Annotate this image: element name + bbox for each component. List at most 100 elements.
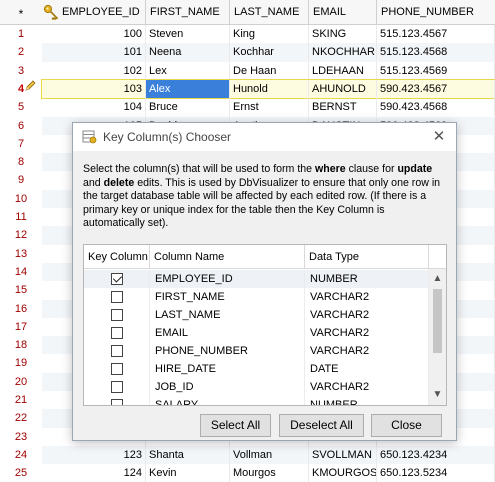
key-checkbox[interactable] [111,291,123,303]
cell-phone-number[interactable]: 515.123.4568 [377,43,495,62]
table-scrollbar[interactable]: ▲ ▼ [429,269,446,405]
key-column-row[interactable]: FIRST_NAME VARCHAR2 [84,288,429,306]
cell-email[interactable]: SKING [309,25,377,43]
row-number[interactable]: 18 [0,336,42,354]
cell-employee-id[interactable]: 100 [58,25,146,43]
cell-email[interactable]: BERNST [309,98,377,117]
grid-corner[interactable]: * [0,0,42,25]
row-number[interactable]: 3 [0,62,42,80]
row-number[interactable]: 19 [0,354,42,372]
close-button[interactable]: Close [371,414,442,437]
key-column-row[interactable]: EMAIL VARCHAR2 [84,324,429,342]
row-number[interactable]: 22 [0,409,42,427]
cell-email[interactable]: NKOCHHAR [309,43,377,62]
row-number[interactable]: 17 [0,318,42,336]
cell-last-name[interactable]: Ernst [230,98,309,117]
cell-phone-number[interactable]: 515.123.4569 [377,61,495,80]
cell-email[interactable]: AHUNOLD [309,79,377,98]
key-column-row[interactable]: PHONE_NUMBER VARCHAR2 [84,342,429,360]
scroll-down-icon[interactable]: ▼ [429,387,446,403]
deselect-all-button[interactable]: Deselect All [279,414,364,437]
table-row[interactable]: 104 Bruce Ernst BERNST 590.423.4568 [42,98,495,117]
key-column-row[interactable]: LAST_NAME VARCHAR2 [84,306,429,324]
key-checkbox[interactable] [111,381,123,393]
header-data-type[interactable]: Data Type [305,245,429,269]
cell-email[interactable]: SVOLLMAN [309,445,377,464]
cell-employee-id[interactable]: 104 [58,98,146,117]
table-row[interactable]: 101 Neena Kochhar NKOCHHAR 515.123.4568 [42,43,495,62]
header-column-name[interactable]: Column Name [150,245,305,269]
key-column-row[interactable]: SALARY NUMBER [84,396,429,405]
row-number[interactable]: 7 [0,135,42,153]
cell-last-name[interactable]: Vollman [230,445,309,464]
header-key-column[interactable]: Key Column [84,245,150,269]
column-header-last-name[interactable]: LAST_NAME [230,0,309,25]
cell-employee-id[interactable]: 124 [58,464,146,482]
row-number[interactable]: 24 [0,446,42,464]
row-number[interactable]: 9 [0,171,42,189]
close-icon[interactable]: ✕ [430,128,448,146]
key-checkbox[interactable] [111,273,123,285]
select-all-button[interactable]: Select All [200,414,271,437]
cell-phone-number[interactable]: 650.123.5234 [377,464,495,482]
cell-phone-number[interactable]: 650.123.4234 [377,445,495,464]
key-checkbox[interactable] [111,363,123,375]
column-header-phone-number[interactable]: PHONE_NUMBER [377,0,495,25]
scroll-thumb[interactable] [433,289,442,353]
table-row[interactable]: 100 Steven King SKING 515.123.4567 [42,25,495,43]
key-checkbox[interactable] [111,309,123,321]
row-number[interactable]: 11 [0,208,42,226]
key-checkbox[interactable] [111,399,123,405]
cell-last-name[interactable]: De Haan [230,61,309,80]
table-row[interactable]: 124 Kevin Mourgos KMOURGOS 650.123.5234 [42,464,495,482]
row-number[interactable]: 8 [0,153,42,171]
row-number[interactable]: 13 [0,245,42,263]
column-header-first-name[interactable]: FIRST_NAME [146,0,230,25]
table-row[interactable]: 123 Shanta Vollman SVOLLMAN 650.123.4234 [42,445,495,465]
scroll-up-icon[interactable]: ▲ [429,271,446,287]
row-number[interactable]: 10 [0,190,42,208]
cell-first-name[interactable]: Bruce [146,98,230,117]
cell-last-name[interactable]: Kochhar [230,43,309,62]
row-number[interactable]: 20 [0,373,42,391]
table-row[interactable]: 103 Alex Hunold AHUNOLD 590.423.4567 [41,78,495,100]
cell-last-name[interactable]: King [230,25,309,43]
row-number[interactable]: 12 [0,226,42,244]
cell-first-name[interactable]: Lex [146,61,230,80]
cell-first-name[interactable]: Neena [146,43,230,62]
cell-first-name[interactable]: Kevin [146,464,230,482]
cell-last-name[interactable]: Hunold [230,79,309,98]
cell-employee-id[interactable]: 123 [58,445,146,464]
row-number[interactable]: 23 [0,428,42,446]
cell-email[interactable]: LDEHAAN [309,61,377,80]
row-number[interactable]: 1 [0,25,42,43]
row-number[interactable]: 21 [0,391,42,409]
row-number[interactable]: 15 [0,281,42,299]
cell-last-name[interactable]: Mourgos [230,464,309,482]
cell-first-name[interactable]: Alex [146,79,230,98]
row-number[interactable]: 5 [0,98,42,116]
column-header-email[interactable]: EMAIL [309,0,377,25]
cell-employee-id[interactable]: 103 [58,79,146,98]
cell-first-name[interactable]: Shanta [146,445,230,464]
table-row[interactable]: 102 Lex De Haan LDEHAAN 515.123.4569 [42,61,495,80]
row-number[interactable]: 14 [0,263,42,281]
row-number[interactable]: 6 [0,117,42,135]
cell-phone-number[interactable]: 590.423.4567 [377,79,495,98]
key-column-row[interactable]: JOB_ID VARCHAR2 [84,378,429,396]
cell-first-name[interactable]: Steven [146,25,230,43]
row-number[interactable]: 2 [0,43,42,61]
cell-email[interactable]: KMOURGOS [309,464,377,482]
row-number[interactable]: 16 [0,300,42,318]
cell-employee-id[interactable]: 102 [58,61,146,80]
cell-employee-id[interactable]: 101 [58,43,146,62]
cell-phone-number[interactable]: 590.423.4568 [377,98,495,117]
key-column-row[interactable]: EMPLOYEE_ID NUMBER [84,270,429,288]
key-checkbox[interactable] [111,345,123,357]
cell-phone-number[interactable]: 515.123.4567 [377,25,495,43]
key-column-row[interactable]: HIRE_DATE DATE [84,360,429,378]
dialog-title-bar[interactable]: Key Column(s) Chooser ✕ [73,123,456,151]
key-checkbox[interactable] [111,327,123,339]
row-number[interactable]: 25 [0,464,42,482]
column-header-employee-id[interactable]: EMPLOYEE_ID [58,0,146,25]
